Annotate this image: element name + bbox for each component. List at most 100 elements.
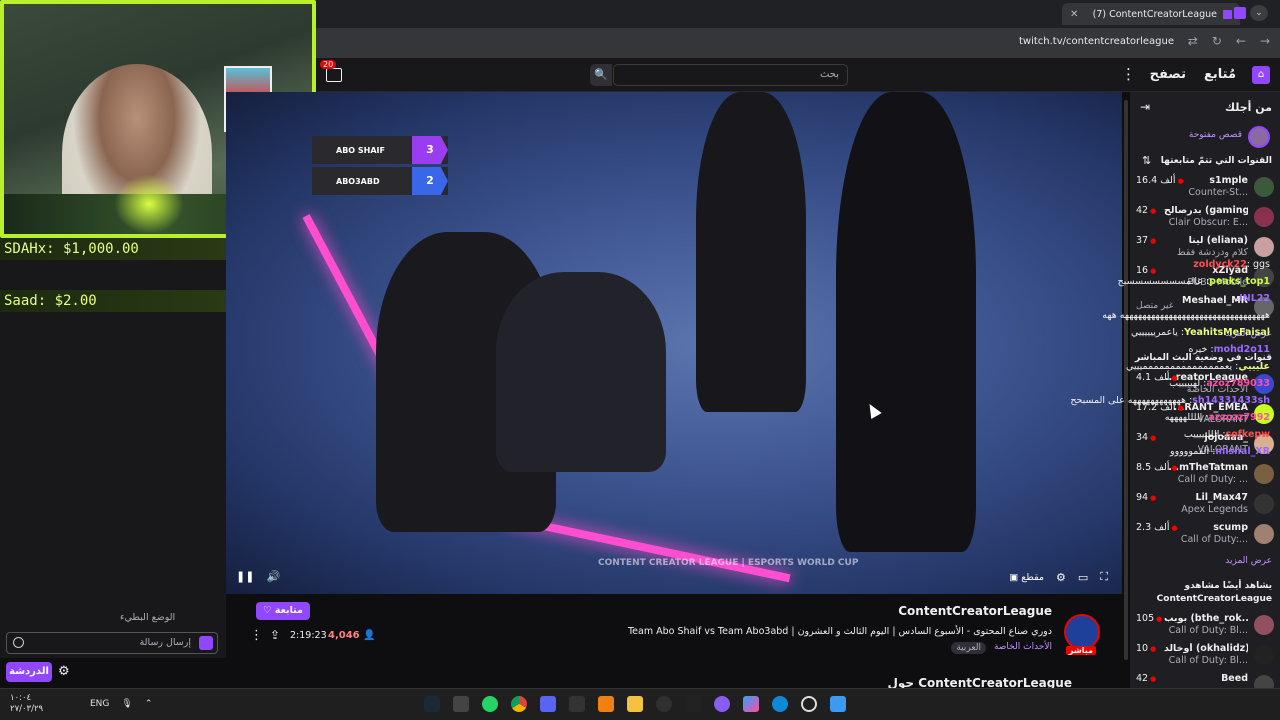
chat-username[interactable]: azzozz7992 [1209, 412, 1271, 423]
edge-icon[interactable] [772, 696, 788, 712]
also-watch-heading: يشاهد أيضًا مشاهدو ContentCreatorLeague [1156, 581, 1272, 604]
sidebar-channel[interactable]: ...mTheTatman Call of Duty: ... 8.5 ألف [1130, 459, 1280, 489]
more-options-icon[interactable]: ⋮ [250, 628, 263, 643]
clip-button[interactable]: ▣ مقطع [1009, 572, 1044, 583]
discord-icon[interactable] [540, 696, 556, 712]
twitch-extension-icon[interactable] [1234, 7, 1246, 19]
notifications-badge: 20 [320, 60, 337, 69]
clock-time: ١٠:٠٤ [10, 693, 32, 703]
sidebar-channel[interactable]: أوخالد (okhalidz) Call of Duty: Bl... 10 [1130, 640, 1280, 670]
app2-icon[interactable] [685, 696, 701, 712]
messenger-icon[interactable] [714, 696, 730, 712]
tray-chevron-icon[interactable]: ⌃ [145, 699, 153, 709]
viewer-count: 4,046 👤 [328, 630, 376, 641]
channel-avatar[interactable] [1064, 614, 1100, 650]
app-icon[interactable] [569, 696, 585, 712]
steam-icon[interactable] [424, 696, 440, 712]
show-more-link[interactable]: عرض المزيد [1225, 556, 1272, 566]
twitch-logo-icon[interactable]: ⌂ [1252, 66, 1270, 84]
chat-text: هههههههههههههههههههههههههههههههههه ههه [1102, 310, 1270, 321]
pause-icon[interactable]: ❚❚ [236, 570, 254, 583]
slow-mode-label: الوضع البطيء [120, 612, 176, 623]
emote-icon[interactable] [13, 637, 24, 648]
channel-viewers: 42 [1136, 673, 1156, 684]
back-icon[interactable]: → [1260, 34, 1270, 48]
channel-name: لينا (eliana) [1188, 235, 1248, 246]
windows-search-icon[interactable] [801, 696, 817, 712]
volume-icon[interactable]: 🔊 [266, 570, 280, 583]
team-score: 3 [412, 136, 448, 164]
site-settings-icon[interactable]: ⇄ [1188, 34, 1198, 48]
clock[interactable]: ١٠:٠٤ ٢٧/٠٣/٢٩ [10, 693, 43, 715]
chat-message: sh14331433sh: ههههههههههههه على المسبحح [1070, 395, 1270, 406]
sidebar-channel[interactable]: scump Call of Duty:... 2.3 ألف [1130, 519, 1280, 549]
video-player[interactable]: ABO SHAIF 3 ABO3ABD 2 CONTENT CREATOR LE… [226, 92, 1122, 594]
channel-avatar [1254, 645, 1274, 665]
chat-username[interactable]: عليييي [1238, 361, 1270, 372]
sort-icon[interactable]: ⇅ [1142, 154, 1151, 167]
collapse-sidebar-icon[interactable]: ⇥ [1140, 100, 1150, 114]
chrome-icon[interactable] [511, 696, 527, 712]
channel-name: Lil_Max47 [1195, 492, 1248, 503]
chat-username[interactable]: sofkepw [1226, 429, 1270, 440]
category-link[interactable]: الأحداث الخاصة [994, 642, 1052, 654]
nav-browse[interactable]: تصفح [1150, 67, 1186, 82]
close-tab-icon[interactable]: ✕ [1070, 9, 1078, 20]
file-explorer-icon[interactable] [627, 696, 643, 712]
chat-username[interactable]: mohd2o11 [1214, 344, 1270, 355]
open-stories-label[interactable]: قصص مفتوحة [1189, 130, 1242, 140]
chat-username[interactable]: INL22 [1239, 293, 1270, 304]
nav-following[interactable]: مُتابع [1204, 67, 1236, 82]
language-indicator[interactable]: ENG [90, 699, 109, 709]
twitch-favicon-icon [1223, 9, 1232, 19]
obs-icon[interactable] [656, 696, 672, 712]
sidebar-channel[interactable]: s1mple Counter-St... 16.4 ألف [1130, 172, 1280, 202]
fullscreen-icon[interactable]: ⛶ [1100, 570, 1108, 584]
channel-game: Counter-St... [1188, 187, 1248, 198]
channel-game: Clair Obscur: E... [1168, 217, 1248, 228]
windows-start-icon[interactable] [830, 696, 846, 712]
channel-avatar [1254, 177, 1274, 197]
forward-icon[interactable]: ← [1236, 34, 1246, 48]
reload-icon[interactable]: ↻ [1212, 34, 1222, 48]
whatsapp-icon[interactable] [482, 696, 498, 712]
chat-username[interactable]: sh14331433sh [1192, 395, 1270, 406]
search-input[interactable]: بحث [613, 64, 848, 86]
chat-username[interactable]: mishal_XR [1215, 446, 1270, 457]
sidebar-channel[interactable]: بدرصالح (gaming)...Clair Obscur: E... 42 [1130, 202, 1280, 232]
notifications-icon[interactable] [326, 68, 342, 82]
channel-viewers: 105 [1136, 613, 1162, 624]
stories-avatar[interactable] [1248, 126, 1270, 148]
sidebar-channel[interactable]: بوبب (bthe_rok... Call of Duty: Bl... 105 [1130, 610, 1280, 640]
mic-icon[interactable]: 🎙 [121, 699, 132, 709]
chat-username[interactable]: zoldyck22 [1193, 259, 1246, 270]
channel-avatar [1254, 207, 1274, 227]
theatre-mode-icon[interactable]: ▭ [1078, 571, 1088, 584]
chat-username[interactable]: peaks_top1 [1209, 276, 1270, 287]
chat-username[interactable]: YeahitsMeFaisal [1184, 327, 1270, 338]
more-vertical-icon[interactable]: ⋮ [1121, 65, 1136, 83]
browser-tab[interactable]: ✕ (7) ContentCreatorLeague [1062, 3, 1240, 25]
search-icon[interactable]: 🔍 [590, 64, 612, 86]
channel-points-icon[interactable] [199, 636, 213, 650]
xbox-icon[interactable] [453, 696, 469, 712]
settings-icon[interactable]: ⚙ [1056, 571, 1066, 584]
url-field[interactable]: twitch.tv/contentcreatorleague [1019, 36, 1174, 47]
follow-button[interactable]: ♡ متابعة [256, 602, 310, 620]
chat-message: هههههههههههههههههههههههههههههههههه ههه [1062, 307, 1270, 324]
overlay-logo [114, 174, 184, 234]
chat-message: mohd2o11: خيره [1188, 344, 1270, 355]
share-icon[interactable]: ⇪ [270, 628, 280, 642]
chat-button[interactable]: الدردشة [6, 662, 52, 682]
chat-username[interactable]: azoz789033 [1206, 378, 1270, 389]
language-tag[interactable]: العربية [951, 642, 986, 654]
channel-name[interactable]: ContentCreatorLeague [898, 604, 1052, 618]
chat-settings-icon[interactable]: ⚙ [58, 664, 70, 679]
chat-input[interactable]: إرسال رسالة [6, 632, 218, 654]
clock-date: ٢٧/٠٣/٢٩ [10, 704, 44, 714]
tab-search-icon[interactable]: ⌄ [1250, 5, 1268, 21]
donation-bar-2: Saad: $2.00 [0, 290, 228, 312]
sidebar-channel[interactable]: Lil_Max47 Apex Legends 94 [1130, 489, 1280, 519]
copilot-icon[interactable] [743, 696, 759, 712]
vlc-icon[interactable] [598, 696, 614, 712]
